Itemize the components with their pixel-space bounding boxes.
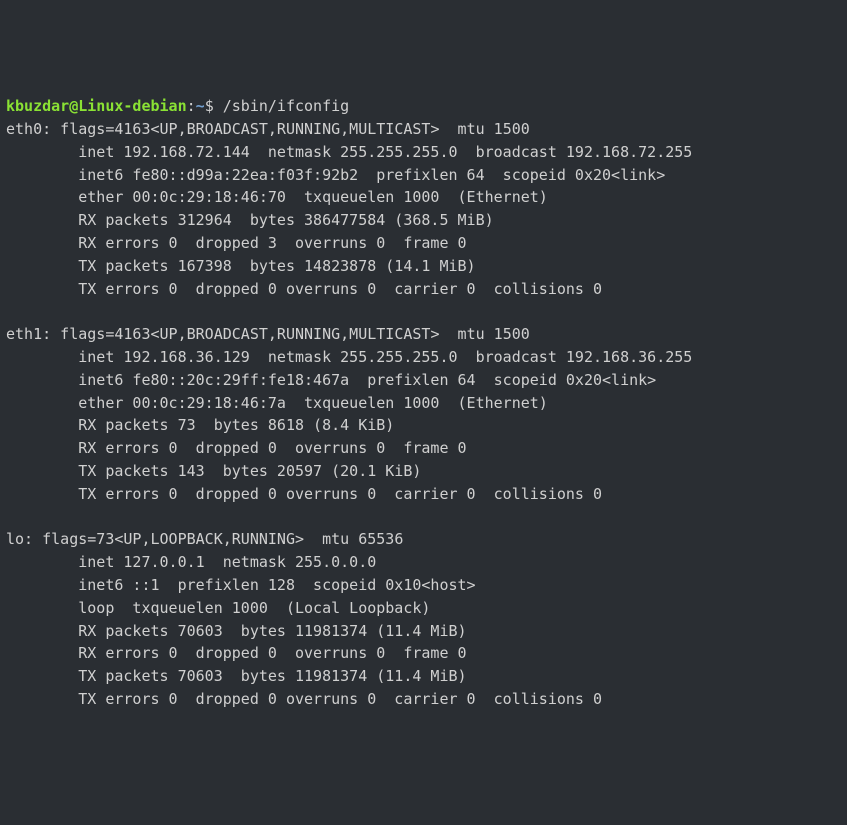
iface-line: RX errors 0 dropped 0 overruns 0 frame 0 [78, 439, 466, 457]
iface-line: inet6 fe80::20c:29ff:fe18:467a prefixlen… [78, 371, 656, 389]
iface-line: RX errors 0 dropped 3 overruns 0 frame 0 [78, 234, 466, 252]
prompt-colon: : [187, 97, 196, 115]
iface-line: RX packets 73 bytes 8618 (8.4 KiB) [78, 416, 394, 434]
iface-line: RX errors 0 dropped 0 overruns 0 frame 0 [78, 644, 466, 662]
iface-line: inet6 fe80::d99a:22ea:f03f:92b2 prefixle… [78, 166, 665, 184]
iface-line: ether 00:0c:29:18:46:70 txqueuelen 1000 … [78, 188, 548, 206]
iface-line: TX errors 0 dropped 0 overruns 0 carrier… [78, 485, 602, 503]
prompt-symbol: $ [205, 97, 214, 115]
iface-line: TX errors 0 dropped 0 overruns 0 carrier… [78, 690, 602, 708]
iface-line: inet 192.168.36.129 netmask 255.255.255.… [78, 348, 692, 366]
iface-line: TX errors 0 dropped 0 overruns 0 carrier… [78, 280, 602, 298]
iface-line: ether 00:0c:29:18:46:7a txqueuelen 1000 … [78, 394, 548, 412]
iface-line: inet 192.168.72.144 netmask 255.255.255.… [78, 143, 692, 161]
iface-line: TX packets 167398 bytes 14823878 (14.1 M… [78, 257, 475, 275]
command-input[interactable]: /sbin/ifconfig [223, 97, 349, 115]
iface-line: RX packets 70603 bytes 11981374 (11.4 Mi… [78, 622, 466, 640]
iface-line: inet6 ::1 prefixlen 128 scopeid 0x10<hos… [78, 576, 475, 594]
iface-line: RX packets 312964 bytes 386477584 (368.5… [78, 211, 493, 229]
prompt-host: Linux-debian [78, 97, 186, 115]
iface-line: TX packets 143 bytes 20597 (20.1 KiB) [78, 462, 421, 480]
iface-header: eth0: flags=4163<UP,BROADCAST,RUNNING,MU… [6, 120, 530, 138]
prompt: kbuzdar@Linux-debian:~$ /sbin/ifconfig [6, 97, 349, 115]
prompt-path: ~ [196, 97, 205, 115]
iface-line: loop txqueuelen 1000 (Local Loopback) [78, 599, 430, 617]
iface-header: eth1: flags=4163<UP,BROADCAST,RUNNING,MU… [6, 325, 530, 343]
prompt-at: @ [69, 97, 78, 115]
prompt-user: kbuzdar [6, 97, 69, 115]
terminal[interactable]: kbuzdar@Linux-debian:~$ /sbin/ifconfig e… [6, 95, 841, 711]
iface-line: inet 127.0.0.1 netmask 255.0.0.0 [78, 553, 376, 571]
iface-line: TX packets 70603 bytes 11981374 (11.4 Mi… [78, 667, 466, 685]
iface-header: lo: flags=73<UP,LOOPBACK,RUNNING> mtu 65… [6, 530, 403, 548]
